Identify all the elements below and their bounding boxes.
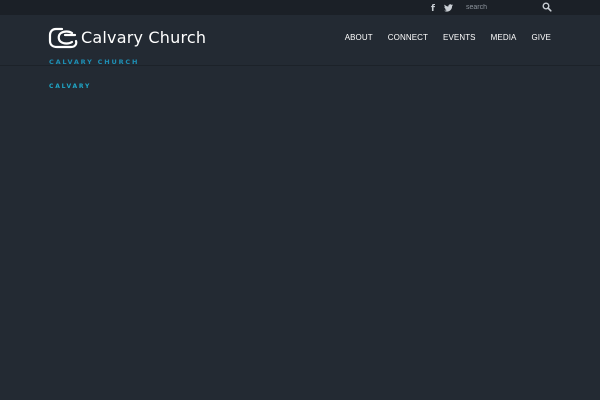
facebook-glyph: f (431, 4, 435, 13)
nav-item-give[interactable]: GIVE (531, 33, 551, 42)
search-input[interactable] (460, 1, 554, 13)
logo-mark-icon (48, 27, 78, 49)
main-nav: ABOUT CONNECT EVENTS MEDIA GIVE (345, 33, 551, 42)
search-icon[interactable] (542, 2, 552, 12)
twitter-icon (444, 3, 453, 12)
facebook-link[interactable]: f (429, 2, 438, 13)
facebook-icon: f (431, 4, 435, 13)
nav-item-media[interactable]: MEDIA (491, 33, 517, 42)
twitter-link[interactable] (444, 3, 453, 12)
site-logo[interactable]: Calvary Church (48, 27, 206, 49)
site-header: Calvary Church CALVARY CHURCH ABOUT CONN… (0, 15, 600, 66)
logo-text: Calvary Church (81, 28, 207, 47)
top-bar: f (0, 0, 600, 15)
nav-item-connect[interactable]: CONNECT (388, 33, 428, 42)
nav-item-events[interactable]: EVENTS (443, 33, 476, 42)
nav-item-about[interactable]: ABOUT (345, 33, 373, 42)
section-label: CALVARY (49, 83, 92, 90)
social-links: f (429, 2, 453, 13)
logo-subtext: CALVARY CHURCH (49, 58, 140, 66)
